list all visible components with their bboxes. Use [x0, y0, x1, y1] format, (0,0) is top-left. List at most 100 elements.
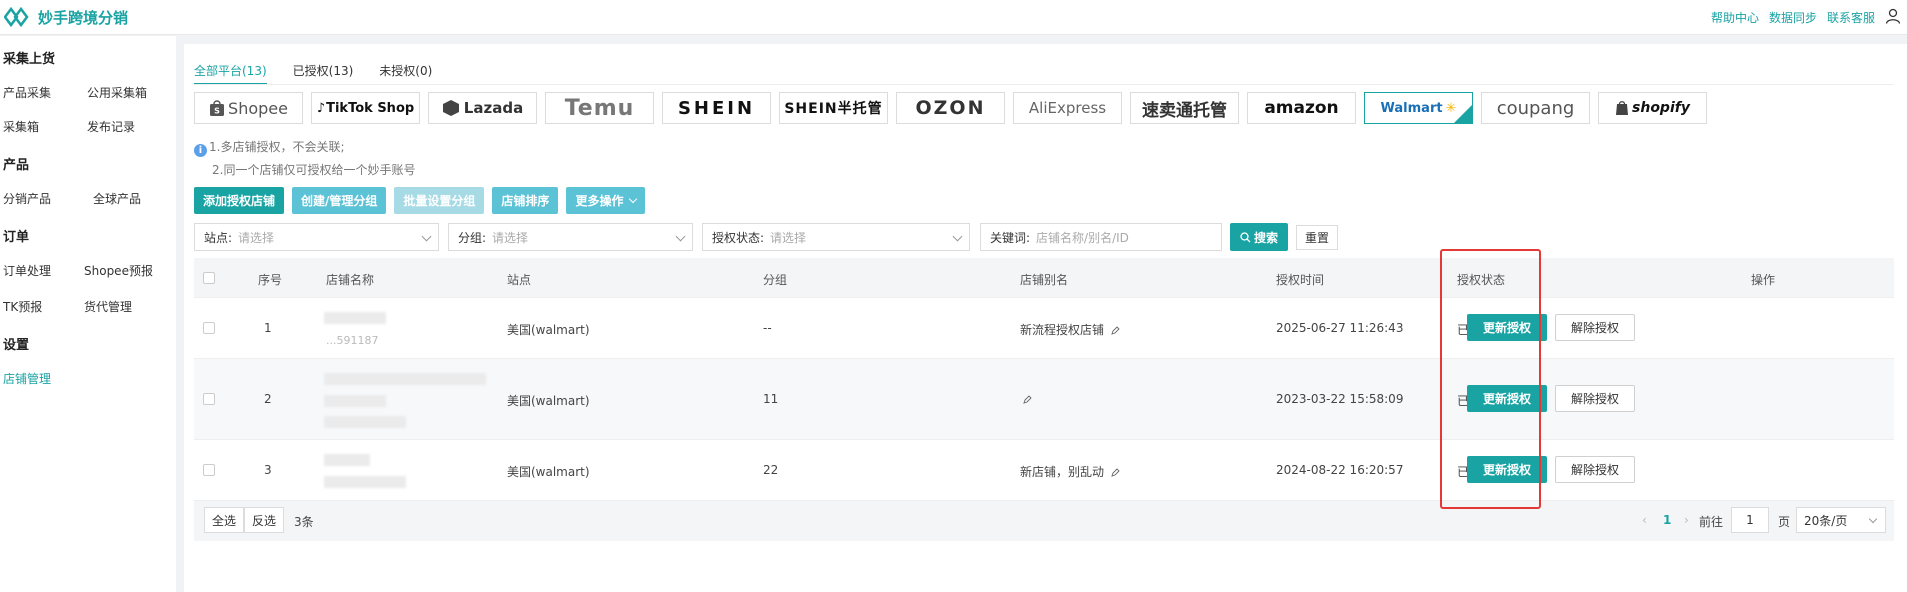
sidebar-item-order-processing[interactable]: 订单处理 [3, 262, 51, 279]
edit-icon[interactable] [1111, 326, 1120, 335]
add-store-button[interactable]: 添加授权店铺 [194, 187, 285, 214]
row-auth-time: 2023-03-22 15:58:09 [1276, 392, 1404, 406]
select-all-button[interactable]: 全选 [204, 507, 244, 533]
row-auth-time: 2025-06-27 11:26:43 [1276, 321, 1404, 335]
page-jump-input[interactable]: 1 [1731, 507, 1769, 533]
chevron-right-icon[interactable]: › [1684, 513, 1689, 527]
page-size-value: 20条/页 [1804, 513, 1848, 528]
table-header: 序号 店铺名称 站点 分组 店铺别名 授权时间 授权状态 操作 [194, 258, 1894, 298]
current-page-number[interactable]: 1 [1663, 513, 1671, 527]
platform-aliexpress-label: AliExpress [1028, 99, 1107, 117]
release-auth-button[interactable]: 解除授权 [1555, 456, 1635, 483]
platform-amazon[interactable]: amazon [1247, 92, 1356, 124]
row-group: 22 [763, 463, 779, 477]
table-footer: 全选 反选 3条 ‹ 1 › 前往 1 页 20条/页 [194, 501, 1894, 541]
row-group: 11 [763, 392, 779, 406]
site-select[interactable]: 站点: 请选择 [194, 223, 439, 251]
sidebar-item-public-collect-box[interactable]: 公用采集箱 [87, 84, 147, 101]
auth-status-select[interactable]: 授权状态: 请选择 [702, 223, 970, 251]
tab-all-platforms[interactable]: 全部平台(13) [194, 62, 267, 85]
tab-authorized[interactable]: 已授权(13) [293, 62, 354, 85]
platform-shopee-label: Shopee [228, 98, 288, 118]
release-auth-button[interactable]: 解除授权 [1555, 385, 1635, 412]
batch-group-button[interactable]: 批量设置分组 [394, 187, 485, 214]
sidebar-item-product-collect[interactable]: 产品采集 [3, 84, 51, 101]
tab-unauthorized[interactable]: 未授权(0) [379, 62, 432, 85]
chevron-down-icon [1868, 514, 1878, 524]
app-logo[interactable]: 妙手跨境分销 [4, 6, 128, 28]
store-name-redacted [324, 454, 370, 466]
platform-shein[interactable]: SHEIN [662, 92, 771, 124]
chevron-left-icon[interactable]: ‹ [1642, 513, 1647, 527]
platform-temu[interactable]: Temu [545, 92, 654, 124]
action-toolbar: 添加授权店铺 创建/管理分组 批量设置分组 店铺排序 更多操作 [194, 187, 646, 214]
platform-aliexpress-managed[interactable]: 速卖通托管 [1130, 92, 1239, 124]
walmart-spark-icon: ✳ [1445, 100, 1457, 116]
row-index: 2 [264, 392, 272, 406]
top-bar: 妙手跨境分销 帮助中心 数据同步 联系客服 [0, 0, 1907, 35]
search-icon [1240, 231, 1251, 242]
row-auth-time: 2024-08-22 16:20:57 [1276, 463, 1404, 477]
platform-tiktok-shop[interactable]: ♪ TikTok Shop [311, 92, 420, 124]
app-title: 妙手跨境分销 [38, 8, 129, 27]
sidebar-item-distribution-product[interactable]: 分销产品 [3, 190, 51, 207]
more-actions-button[interactable]: 更多操作 [566, 187, 646, 214]
tiktok-note-icon: ♪ [316, 100, 326, 116]
group-select[interactable]: 分组: 请选择 [448, 223, 693, 251]
platform-shein-semi-label: SHEIN半托管 [784, 101, 883, 117]
platform-shopify[interactable]: shopify [1598, 92, 1707, 124]
info-icon: i [194, 144, 207, 157]
sidebar-item-shopee-forecast[interactable]: Shopee预报 [84, 262, 153, 279]
row-checkbox[interactable] [203, 464, 215, 476]
user-icon[interactable] [1885, 8, 1901, 24]
search-button[interactable]: 搜索 [1230, 223, 1288, 251]
keyword-input[interactable]: 关键词: 店铺名称/别名/ID [980, 223, 1222, 251]
header-group: 分组 [763, 273, 788, 287]
sidebar-item-tk-forecast[interactable]: TK预报 [3, 298, 42, 315]
sidebar-item-publish-record[interactable]: 发布记录 [87, 118, 135, 135]
filter-bar: 站点: 请选择 分组: 请选择 授权状态: 请选择 关键词: 店铺名称/别名/I… [194, 223, 1894, 251]
platform-walmart[interactable]: Walmart ✳ [1364, 92, 1473, 124]
platform-aliexpress-managed-label: 速卖通托管 [1142, 100, 1227, 121]
header-index: 序号 [258, 273, 283, 287]
platform-lazada[interactable]: Lazada [428, 92, 537, 124]
platform-shein-semi[interactable]: SHEIN半托管 [779, 92, 888, 124]
platform-ozon[interactable]: OZON [896, 92, 1005, 124]
store-name-redacted [324, 395, 386, 407]
data-sync-link[interactable]: 数据同步 [1769, 9, 1817, 26]
goto-label: 前往 [1699, 515, 1724, 529]
shopify-bag-icon [1616, 101, 1629, 115]
platform-shopee[interactable]: S Shopee [194, 92, 303, 124]
platform-coupang[interactable]: coupang [1481, 92, 1590, 124]
row-checkbox[interactable] [203, 393, 215, 405]
main-content: 全部平台(13) 已授权(13) 未授权(0) S Shopee ♪ TikTo… [184, 44, 1907, 592]
store-sort-button[interactable]: 店铺排序 [492, 187, 559, 214]
sidebar-item-global-product[interactable]: 全球产品 [93, 190, 141, 207]
record-count: 3条 [294, 515, 314, 529]
sidebar-item-forwarder-management[interactable]: 货代管理 [84, 298, 132, 315]
edit-icon[interactable] [1111, 468, 1120, 477]
row-alias-text: 新流程授权店铺 [1020, 323, 1105, 337]
update-auth-button[interactable]: 更新授权 [1467, 385, 1547, 412]
reset-button[interactable]: 重置 [1296, 225, 1338, 250]
chevron-down-icon [629, 194, 638, 203]
store-name-redacted [324, 476, 406, 488]
update-auth-button[interactable]: 更新授权 [1467, 456, 1547, 483]
contact-service-link[interactable]: 联系客服 [1827, 9, 1875, 26]
help-center-link[interactable]: 帮助中心 [1711, 9, 1759, 26]
edit-icon[interactable] [1023, 395, 1032, 404]
platform-aliexpress[interactable]: AliExpress [1013, 92, 1122, 124]
row-checkbox[interactable] [203, 322, 215, 334]
platform-lazada-label: Lazada [463, 99, 524, 117]
sidebar-item-collect-box[interactable]: 采集箱 [3, 118, 39, 135]
row-index: 3 [264, 463, 272, 477]
manage-group-button[interactable]: 创建/管理分组 [292, 187, 387, 214]
page-size-select[interactable]: 20条/页 [1796, 507, 1886, 533]
row-site: 美国(walmart) [507, 465, 590, 479]
release-auth-button[interactable]: 解除授权 [1555, 314, 1635, 341]
update-auth-button[interactable]: 更新授权 [1467, 314, 1547, 341]
sidebar-section-order: 订单 [3, 230, 30, 245]
invert-selection-button[interactable]: 反选 [244, 507, 284, 533]
sidebar-item-store-management[interactable]: 店铺管理 [3, 370, 51, 387]
select-all-checkbox[interactable] [203, 272, 215, 284]
